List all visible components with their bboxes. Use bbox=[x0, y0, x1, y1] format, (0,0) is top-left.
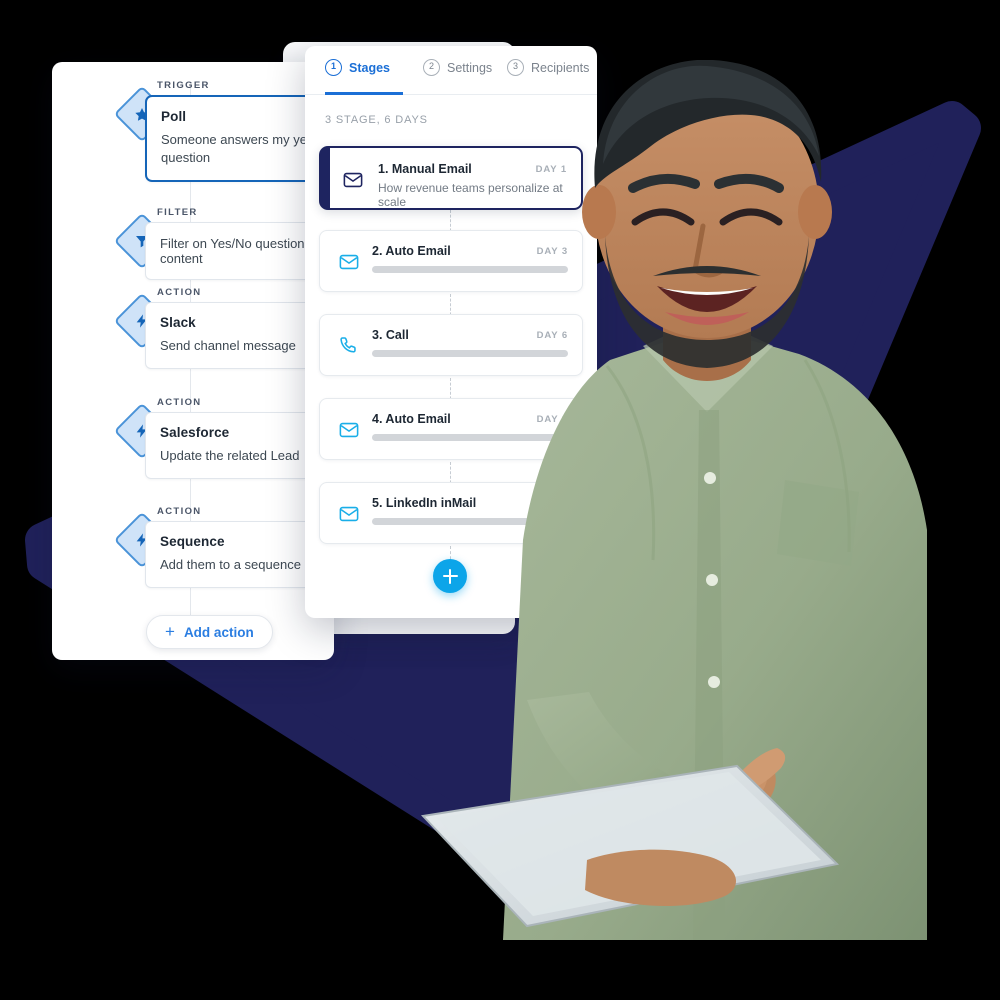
workflow-row-kicker: ACTION bbox=[157, 506, 202, 517]
add-action-label: Add action bbox=[183, 624, 254, 640]
phone-icon bbox=[340, 337, 356, 353]
active-tab-underline bbox=[325, 92, 403, 95]
workflow-row-kicker: ACTION bbox=[157, 287, 202, 298]
envelope-icon bbox=[339, 422, 359, 438]
workflow-row-kicker: TRIGGER bbox=[157, 80, 210, 91]
tab-number: 1 bbox=[325, 59, 342, 76]
workflow-panel: TRIGGER Poll Someone answers my yes/no q… bbox=[52, 62, 334, 660]
workflow-row-kicker: ACTION bbox=[157, 397, 202, 408]
workflow-row-kicker: FILTER bbox=[157, 207, 198, 218]
plus-icon: + bbox=[165, 621, 175, 641]
envelope-icon bbox=[339, 254, 359, 270]
add-action-button[interactable]: + Add action bbox=[146, 615, 273, 649]
screenshot-canvas: TRIGGER Poll Someone answers my yes/no q… bbox=[0, 0, 1000, 1000]
envelope-icon bbox=[343, 172, 363, 188]
envelope-icon bbox=[339, 506, 359, 522]
stage-name: 3. Call bbox=[372, 328, 409, 342]
tab-label: Stages bbox=[349, 60, 390, 75]
person-photo bbox=[420, 60, 927, 940]
tab-stages[interactable]: 1 Stages bbox=[325, 59, 390, 76]
